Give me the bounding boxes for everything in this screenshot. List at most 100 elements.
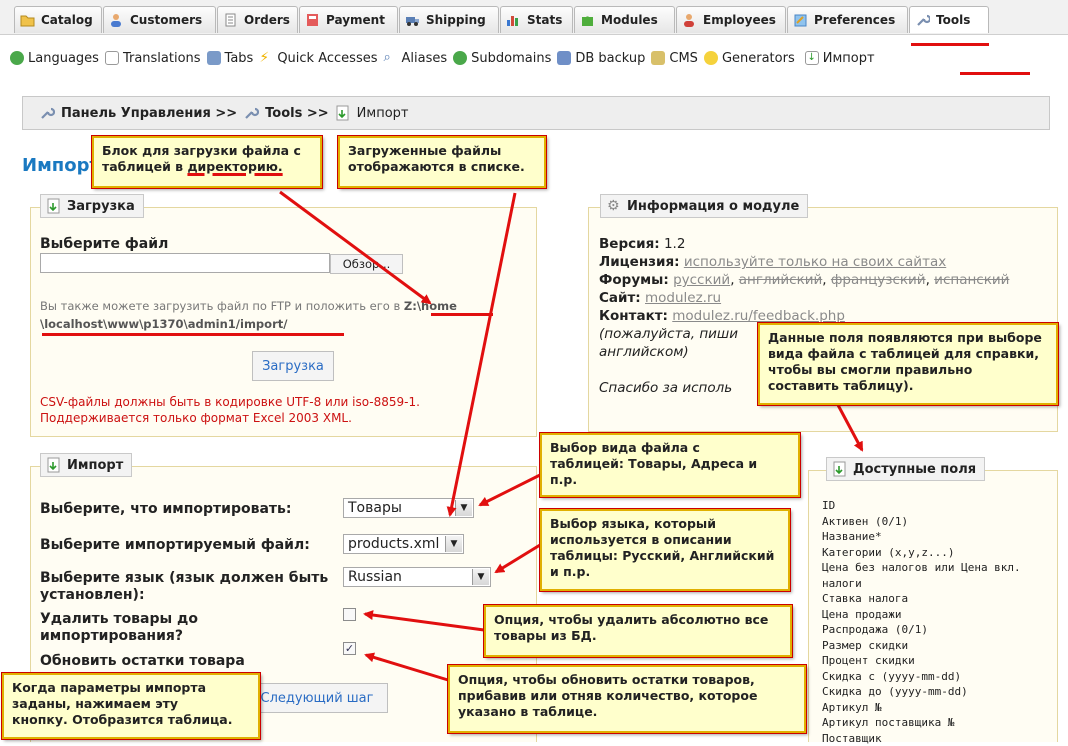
module-info-legend: ⚙ Информация о модуле <box>600 194 808 218</box>
version-label: Версия: <box>599 236 660 252</box>
callout-text: указано в таблице. <box>458 704 796 720</box>
import-file-select[interactable]: products.xml▼ <box>343 534 464 554</box>
forum-link-es[interactable]: испанский <box>934 272 1009 288</box>
tab-employees[interactable]: Employees <box>676 6 786 33</box>
tab-label: Orders <box>244 13 290 27</box>
callout-text: п.р. <box>550 472 790 488</box>
tab-preferences[interactable]: Preferences <box>787 6 908 33</box>
submenu-translations[interactable]: Translations <box>105 51 201 66</box>
submenu-label: CMS <box>669 51 698 66</box>
import-type-value: Товары <box>348 500 402 516</box>
field-item: Скидка с (yyyy-mm-dd) <box>822 669 1021 685</box>
forum-link-en[interactable]: английский <box>739 272 823 288</box>
upload-legend: Загрузка <box>40 194 144 218</box>
callout-text: таблицы: Русский, Английский <box>550 548 780 564</box>
submenu-label: Languages <box>28 51 99 66</box>
tab-payment[interactable]: Payment <box>299 6 398 33</box>
tab-customers[interactable]: Customers <box>103 6 216 33</box>
highlight-underline <box>42 333 344 336</box>
tab-label: Shipping <box>426 13 486 27</box>
file-path-input[interactable] <box>40 253 330 273</box>
site-link[interactable]: modulez.ru <box>645 290 721 306</box>
field-item: Процент скидки <box>822 653 1021 669</box>
tab-orders[interactable]: Orders <box>217 6 298 33</box>
gear-icon: ⚙ <box>607 198 621 214</box>
browse-button[interactable]: Обзор... <box>330 254 403 274</box>
import-icon: ↓ <box>805 51 819 65</box>
delete-products-checkbox[interactable] <box>343 608 356 621</box>
submenu-languages[interactable]: Languages <box>10 51 99 66</box>
submenu-cms[interactable]: CMS <box>651 51 698 66</box>
lightning-icon: ⚡ <box>259 51 273 65</box>
contact-link[interactable]: modulez.ru/feedback.php <box>672 308 845 324</box>
delete-products-label: Удалить товары до импортирования? <box>40 611 198 645</box>
tab-label: Preferences <box>814 13 895 27</box>
callout-upload-block: Блок для загрузки файла с таблицей в дир… <box>92 136 322 188</box>
chevron-down-icon: ▼ <box>455 500 472 516</box>
callout-text: составить таблицу). <box>768 378 1048 394</box>
field-item: Артикул № <box>822 700 1021 716</box>
import-type-label: Выберите, что импортировать: <box>40 501 291 517</box>
submenu-label: Tabs <box>225 51 254 66</box>
callout-text: Опция, чтобы обновить остатки товаров, <box>458 672 796 688</box>
tab-label: Stats <box>527 13 562 27</box>
submenu-aliases[interactable]: ⌕Aliases <box>384 51 448 66</box>
callout-text: Опция, чтобы удалить абсолютно все <box>494 612 782 628</box>
search-icon: ⌕ <box>384 51 398 65</box>
callout-delete-products: Опция, чтобы удалить абсолютно все товар… <box>484 605 792 657</box>
field-item: Поставщик <box>822 731 1021 746</box>
highlight-underline <box>431 313 493 316</box>
chart-icon <box>506 13 521 27</box>
update-stock-checkbox[interactable]: ✓ <box>343 642 356 655</box>
puzzle-icon <box>580 13 595 27</box>
license-link[interactable]: используйте только на своих сайтах <box>684 254 946 270</box>
submenu-quick-accesses[interactable]: ⚡Quick Accesses <box>259 51 377 66</box>
forum-link-fr[interactable]: французский <box>831 272 926 288</box>
language-select[interactable]: Russian▼ <box>343 567 491 587</box>
forum-link-ru[interactable]: русский <box>673 272 730 288</box>
translate-icon <box>105 51 119 65</box>
callout-available-fields: Данные поля появляются при выборе вида ф… <box>758 323 1058 405</box>
next-step-button[interactable]: Следующий шаг <box>246 683 388 713</box>
tab-tools[interactable]: Tools <box>909 6 989 33</box>
globe-icon <box>453 51 467 65</box>
submenu-tabs[interactable]: Tabs <box>207 51 254 66</box>
breadcrumb-separator: >> <box>307 106 329 121</box>
callout-import-type: Выбор вида файла с таблицей: Товары, Адр… <box>540 433 800 497</box>
license-label: Лицензия: <box>599 254 680 270</box>
tab-catalog[interactable]: Catalog <box>14 6 102 33</box>
callout-text: чтобы вы смогли правильно <box>768 362 1048 378</box>
tabs-icon <box>207 51 221 65</box>
submenu-label: Subdomains <box>471 51 551 66</box>
callout-text: директорию. <box>187 159 282 174</box>
site-label: Сайт: <box>599 290 641 306</box>
contact-label: Контакт: <box>599 308 668 324</box>
tab-shipping[interactable]: Shipping <box>399 6 499 33</box>
breadcrumb-current: Импорт <box>357 106 409 121</box>
choose-file-label: Выберите файл <box>40 236 168 252</box>
field-item: Активен (0/1) <box>822 514 1021 530</box>
tab-modules[interactable]: Modules <box>574 6 675 33</box>
wrench-icon <box>39 105 55 121</box>
bulb-icon <box>704 51 718 65</box>
submenu-import[interactable]: ↓Импорт <box>805 51 875 66</box>
submenu-subdomains[interactable]: Subdomains <box>453 51 551 66</box>
breadcrumb-home[interactable]: Панель Управления <box>61 106 211 121</box>
tab-stats[interactable]: Stats <box>500 6 573 33</box>
calculator-icon <box>305 13 320 27</box>
available-fields-legend-label: Доступные поля <box>853 462 976 477</box>
user-icon <box>109 13 124 27</box>
upload-button[interactable]: Загрузка <box>252 351 334 381</box>
cms-icon <box>651 51 665 65</box>
ftp-path-part2: \localhost\www\p1370\admin1/import/ <box>40 317 287 331</box>
submenu-db-backup[interactable]: DB backup <box>557 51 645 66</box>
field-item: Скидка до (yyyy-mm-dd) <box>822 684 1021 700</box>
breadcrumb-tools[interactable]: Tools <box>265 106 302 121</box>
submenu-generators[interactable]: Generators <box>704 51 795 66</box>
callout-text: Когда параметры импорта <box>12 680 250 696</box>
field-item: Цена без налогов или Цена вкл. <box>822 560 1021 576</box>
callout-text: Выбор вида файла с <box>550 440 790 456</box>
module-info-legend-label: Информация о модуле <box>627 199 799 214</box>
database-icon <box>557 51 571 65</box>
import-type-select[interactable]: Товары ▼ <box>343 498 474 518</box>
